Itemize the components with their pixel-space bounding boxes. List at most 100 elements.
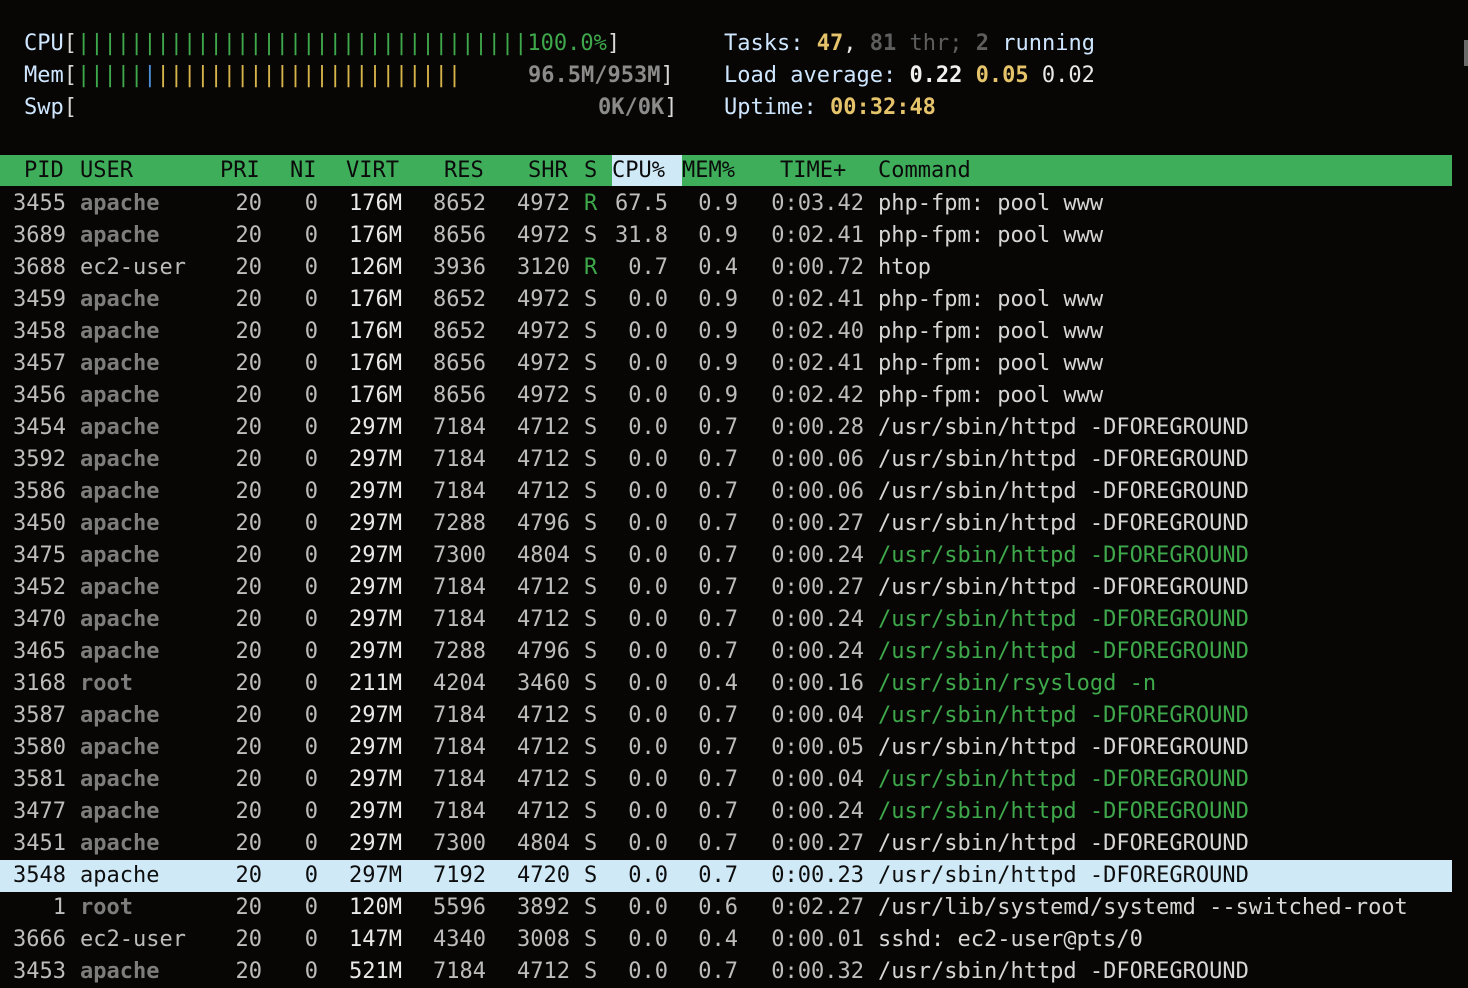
tasks-count: 47 (816, 31, 844, 56)
process-row[interactable]: 3592 apache 20 0 297M 7184 4712 S 0.0 0.7 0:00.06 /… (0, 444, 1452, 476)
cell-mem: 0.9 (698, 287, 738, 312)
cell-ni: 0 (304, 543, 318, 568)
column-header-ni[interactable]: NI (290, 155, 317, 186)
process-row[interactable]: 3465 apache 20 0 297M 7288 4796 S 0.0 0.7 0:00.24 /… (0, 636, 1452, 668)
process-row[interactable]: 3666 ec2-user 20 0 147M 4340 3008 S 0.0 0.4 0:00.0… (0, 924, 1452, 956)
column-header-res[interactable]: RES (444, 155, 484, 186)
process-row[interactable]: 3689 apache 20 0 176M 8656 4972 S 31.8 0.9 0:02.41… (0, 220, 1452, 252)
cell-ni: 0 (304, 287, 318, 312)
process-row[interactable]: 3450 apache 20 0 297M 7288 4796 S 0.0 0.7 0:00.27 /… (0, 508, 1452, 540)
cell-cpu: 0.0 (628, 927, 668, 952)
cell-cpu: 0.0 (628, 287, 668, 312)
process-row[interactable]: 3477 apache 20 0 297M 7184 4712 S 0.0 0.7 0:00.24 /… (0, 796, 1452, 828)
cell-time: 0:00.32 (771, 959, 864, 984)
cell-mem: 0.4 (698, 255, 738, 280)
column-header-command[interactable]: Command (878, 155, 971, 186)
cell-user: apache (80, 959, 160, 984)
cell-state: S (584, 223, 598, 248)
cell-pid: 3548 (13, 863, 66, 888)
cell-command: /usr/lib/systemd/systemd --switched-root (878, 895, 1408, 920)
column-header-state[interactable]: S (584, 155, 597, 186)
cell-mem: 0.6 (698, 895, 738, 920)
column-header-cpu[interactable]: CPU% (612, 155, 682, 186)
uptime-label: Uptime: (724, 95, 817, 120)
cell-cpu: 0.0 (628, 383, 668, 408)
cell-time: 0:00.01 (771, 927, 864, 952)
mem-meter-value-wrap: 96.5M/953M] (528, 63, 674, 88)
process-row[interactable]: 3454 apache 20 0 297M 7184 4712 S 0.0 0.7 0:00.28 /… (0, 412, 1452, 444)
cell-state: S (584, 607, 598, 632)
process-row[interactable]: 3459 apache 20 0 176M 8652 4972 S 0.0 0.9 0:02.41 p… (0, 284, 1452, 316)
cell-res: 8652 (433, 287, 486, 312)
column-header-shr[interactable]: SHR (528, 155, 568, 186)
process-row[interactable]: 3455 apache 20 0 176M 8652 4972 R 67.5 0.9 0:03.42… (0, 188, 1452, 220)
cell-cpu: 0.0 (628, 639, 668, 664)
column-header-user[interactable]: USER (80, 155, 133, 186)
cell-shr: 4972 (517, 383, 570, 408)
cell-res: 5596 (433, 895, 486, 920)
cell-state: S (584, 287, 598, 312)
process-row[interactable]: 3581 apache 20 0 297M 7184 4712 S 0.0 0.7 0:00.04 /… (0, 764, 1452, 796)
scrollbar[interactable] (1464, 40, 1468, 66)
cell-res: 7300 (433, 831, 486, 856)
process-row[interactable]: 3456 apache 20 0 176M 8656 4972 S 0.0 0.9 0:02.42 p… (0, 380, 1452, 412)
process-row[interactable]: 3457 apache 20 0 176M 8656 4972 S 0.0 0.9 0:02.41 p… (0, 348, 1452, 380)
column-header-pri[interactable]: PRI (220, 155, 260, 186)
uptime-value: 00:32:48 (829, 95, 936, 120)
cell-pid: 3450 (13, 511, 66, 536)
column-header-pid[interactable]: PID (24, 155, 64, 186)
cell-res: 7184 (433, 415, 486, 440)
cell-cpu: 0.0 (628, 895, 668, 920)
process-row[interactable]: 3688 ec2-user 20 0 126M 3936 3120 R 0.7 0.4 0:00.7… (0, 252, 1452, 284)
cell-shr: 4796 (517, 511, 570, 536)
cell-ni: 0 (304, 447, 318, 472)
cell-res: 7184 (433, 735, 486, 760)
cell-cpu: 0.0 (628, 479, 668, 504)
process-row[interactable]: 3475 apache 20 0 297M 7300 4804 S 0.0 0.7 0:00.24 /… (0, 540, 1452, 572)
cell-time: 0:02.41 (771, 223, 864, 248)
threads-label: thr; (909, 31, 963, 56)
process-row[interactable]: 3580 apache 20 0 297M 7184 4712 S 0.0 0.7 0:00.05 /… (0, 732, 1452, 764)
process-row[interactable]: 1 root 20 0 120M 5596 3892 S 0.0 0.6 0:02.27/usr/l… (0, 892, 1452, 924)
cell-shr: 4712 (517, 735, 570, 760)
cell-virt: 176M (349, 383, 402, 408)
process-row[interactable]: 3168 root 20 0 211M 4204 3460 S 0.0 0.4 0:00.16/us… (0, 668, 1452, 700)
cell-shr: 4720 (517, 863, 570, 888)
cell-res: 7288 (433, 639, 486, 664)
cell-pid: 1 (52, 895, 66, 920)
mem-meter-bar-buffers: | (143, 63, 157, 88)
cell-pri: 20 (235, 639, 263, 664)
cell-state: S (584, 447, 598, 472)
cell-ni: 0 (304, 639, 318, 664)
cell-cpu: 0.0 (628, 575, 668, 600)
process-row[interactable]: 3453 apache 20 0 521M 7184 4712 S 0.0 0.7 0:00.32 /… (0, 956, 1452, 988)
process-row[interactable]: 3470 apache 20 0 297M 7184 4712 S 0.0 0.7 0:00.24 /… (0, 604, 1452, 636)
process-row[interactable]: 3587 apache 20 0 297M 7184 4712 S 0.0 0.7 0:00.04 /… (0, 700, 1452, 732)
cell-command: /usr/sbin/httpd -DFOREGROUND (878, 575, 1249, 600)
column-header-mem[interactable]: MEM% (682, 155, 735, 186)
cell-cpu: 0.0 (628, 319, 668, 344)
column-header-virt[interactable]: VIRT (346, 155, 399, 186)
cell-ni: 0 (304, 415, 318, 440)
process-row[interactable]: 3451 apache 20 0 297M 7300 4804 S 0.0 0.7 0:00.27 /… (0, 828, 1452, 860)
cell-shr: 4712 (517, 703, 570, 728)
process-row[interactable]: 3586 apache 20 0 297M 7184 4712 S 0.0 0.7 0:00.06 /… (0, 476, 1452, 508)
load-5min: 0.05 (975, 63, 1029, 88)
cell-mem: 0.7 (698, 511, 738, 536)
cell-cpu: 0.0 (628, 735, 668, 760)
mem-meter-bar-used: ||||| (77, 63, 144, 88)
cell-state: R (584, 191, 598, 216)
cell-res: 7184 (433, 479, 486, 504)
cell-command: /usr/sbin/httpd -DFOREGROUND (878, 511, 1249, 536)
column-header-time[interactable]: TIME+ (780, 155, 846, 186)
cell-command: /usr/sbin/httpd -DFOREGROUND (878, 863, 1249, 888)
cell-virt: 147M (349, 927, 402, 952)
cell-res: 7184 (433, 575, 486, 600)
process-row[interactable]: 3548 apache 20 0 297M 7192 4720 S 0.0 0.7 0:00.23 /… (0, 860, 1452, 892)
cell-pid: 3465 (13, 639, 66, 664)
process-row[interactable]: 3458 apache 20 0 176M 8652 4972 S 0.0 0.9 0:02.40 p… (0, 316, 1452, 348)
process-row[interactable]: 3452 apache 20 0 297M 7184 4712 S 0.0 0.7 0:00.27 /… (0, 572, 1452, 604)
cell-pid: 3470 (13, 607, 66, 632)
cell-shr: 4972 (517, 351, 570, 376)
cell-user: apache (80, 319, 160, 344)
